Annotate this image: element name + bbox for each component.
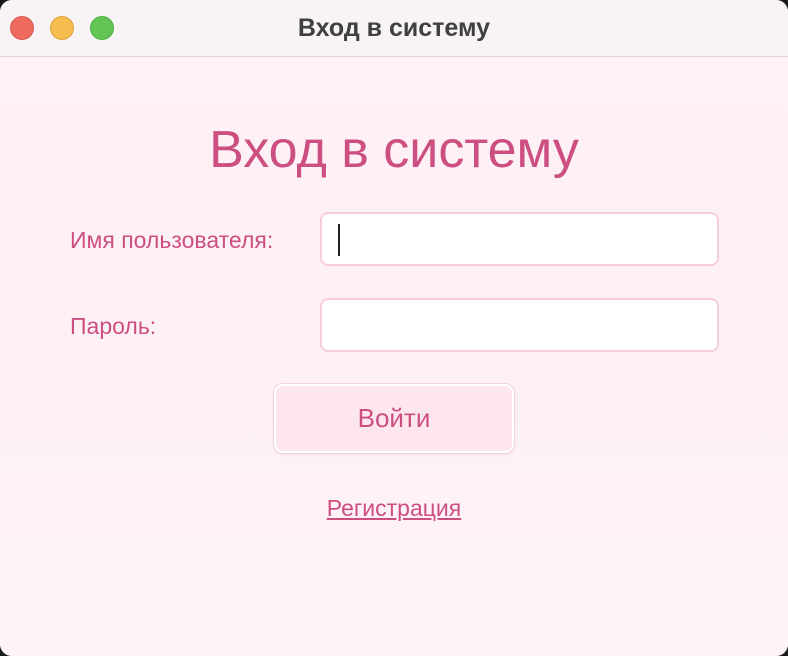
- login-button[interactable]: Войти: [274, 384, 514, 453]
- title-bar: Вход в систему: [0, 0, 788, 57]
- password-input[interactable]: [320, 298, 719, 352]
- username-input[interactable]: [320, 212, 719, 266]
- login-form: Вход в систему Имя пользователя: Пароль:…: [0, 58, 788, 656]
- password-label: Пароль:: [70, 313, 157, 339]
- register-link[interactable]: Регистрация: [0, 495, 788, 522]
- username-label: Имя пользователя:: [70, 227, 274, 253]
- text-caret: [338, 224, 340, 256]
- window-title: Вход в систему: [297, 14, 491, 42]
- page-title: Вход в систему: [209, 121, 579, 179]
- login-window: Вход в систему Вход в систему Имя пользо…: [0, 0, 788, 656]
